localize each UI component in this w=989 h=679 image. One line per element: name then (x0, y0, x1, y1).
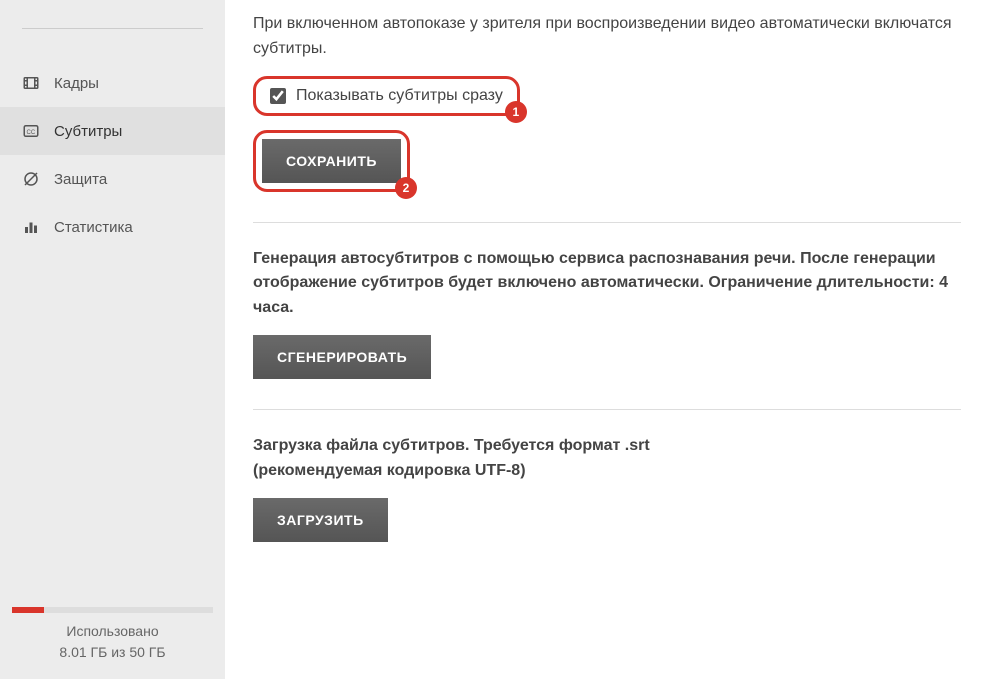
sidebar-item-label: Защита (54, 171, 107, 188)
generate-button[interactable]: СГЕНЕРИРОВАТЬ (253, 335, 431, 379)
sidebar-item-label: Кадры (54, 75, 99, 92)
shield-icon (22, 170, 40, 188)
svg-text:CC: CC (27, 130, 36, 136)
autoshow-checkbox-highlight: Показывать субтитры сразу 1 (253, 76, 520, 116)
statistics-icon (22, 218, 40, 236)
frames-icon (22, 74, 40, 92)
save-button-highlight: СОХРАНИТЬ 2 (253, 130, 410, 192)
storage-meter: Использовано 8.01 ГБ из 50 ГБ (0, 607, 225, 679)
main-content: При включенном автопоказе у зрителя при … (225, 0, 989, 679)
subtitles-icon: CC (22, 122, 40, 140)
sidebar: Кадры CC Субтитры Защита (0, 0, 225, 679)
generate-description: Генерация автосубтитров с помощью сервис… (253, 247, 961, 321)
storage-usage-text: 8.01 ГБ из 50 ГБ (12, 642, 213, 663)
sidebar-item-protection[interactable]: Защита (0, 155, 225, 203)
storage-used-label: Использовано (12, 621, 213, 642)
section-generate: Генерация автосубтитров с помощью сервис… (253, 247, 961, 379)
autoshow-checkbox[interactable] (270, 88, 286, 104)
sidebar-item-subtitles[interactable]: CC Субтитры (0, 107, 225, 155)
section-upload: Загрузка файла субтитров. Требуется форм… (253, 434, 961, 542)
section-divider-1 (253, 222, 961, 223)
sidebar-item-statistics[interactable]: Статистика (0, 203, 225, 251)
sidebar-item-label: Субтитры (54, 123, 122, 140)
storage-bar-fill (12, 607, 44, 613)
sidebar-divider (22, 28, 203, 29)
upload-button[interactable]: ЗАГРУЗИТЬ (253, 498, 388, 542)
storage-bar (12, 607, 213, 613)
app-root: Кадры CC Субтитры Защита (0, 0, 989, 679)
save-button[interactable]: СОХРАНИТЬ (262, 139, 401, 183)
section-divider-2 (253, 409, 961, 410)
annotation-badge-1: 1 (505, 101, 527, 123)
autoshow-description: При включенном автопоказе у зрителя при … (253, 12, 961, 62)
autoshow-checkbox-label: Показывать субтитры сразу (296, 87, 503, 105)
sidebar-item-frames[interactable]: Кадры (0, 59, 225, 107)
sidebar-item-label: Статистика (54, 219, 133, 236)
annotation-badge-2: 2 (395, 177, 417, 199)
section-autoshow: При включенном автопоказе у зрителя при … (253, 12, 961, 192)
upload-description: Загрузка файла субтитров. Требуется форм… (253, 434, 961, 484)
